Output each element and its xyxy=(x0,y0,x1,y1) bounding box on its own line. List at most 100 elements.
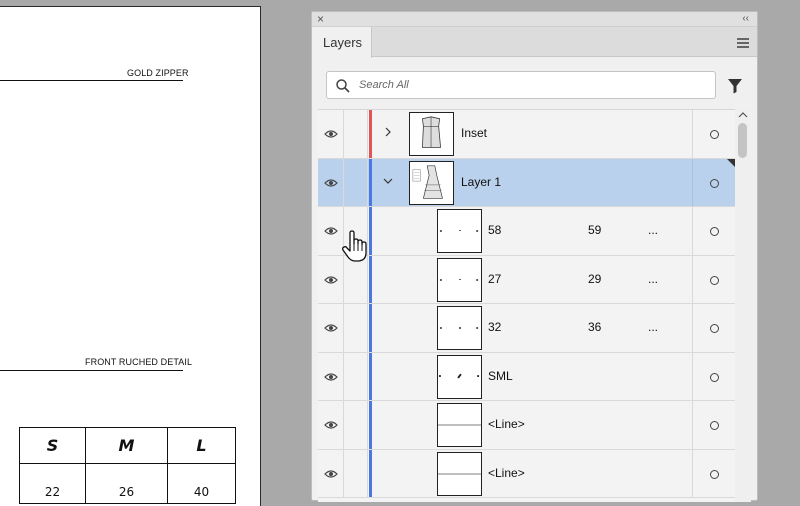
panel-titlebar[interactable]: × ‹‹ xyxy=(312,12,757,27)
eye-icon xyxy=(324,421,338,429)
layer-color-bar xyxy=(369,401,372,449)
target-cell[interactable] xyxy=(692,401,735,449)
size-header-s: S xyxy=(19,427,86,464)
layer-row-58[interactable]: 58 59 ... xyxy=(318,207,735,256)
gold-zipper-label: GOLD ZIPPER xyxy=(127,68,189,78)
eye-icon xyxy=(324,275,338,284)
visibility-toggle[interactable] xyxy=(318,304,344,352)
size-table: S M L 22 26 40 xyxy=(19,427,236,504)
layer-name-ellipsis: ... xyxy=(648,320,659,334)
scroll-up-icon[interactable] xyxy=(738,111,748,119)
layer-row-inset[interactable]: Inset xyxy=(318,110,735,159)
size-value-l: 40 xyxy=(167,463,236,504)
search-box xyxy=(326,71,716,99)
target-circle-icon[interactable] xyxy=(710,469,719,479)
layer-name[interactable]: <Line> xyxy=(488,417,525,431)
callout-line xyxy=(0,80,183,81)
layer-name[interactable]: 32 xyxy=(488,320,501,334)
search-icon xyxy=(336,79,350,93)
target-circle-icon[interactable] xyxy=(710,178,719,188)
layer-list[interactable]: Inset Layer 1 58 59 ... 27 29 ... 32 36 … xyxy=(318,109,735,502)
visibility-toggle[interactable] xyxy=(318,401,344,449)
eye-icon xyxy=(324,372,338,381)
layer-name[interactable]: <Line> xyxy=(488,466,525,480)
layer-row-27[interactable]: 27 29 ... xyxy=(318,255,735,304)
layer-list-scrollbar[interactable] xyxy=(735,109,751,502)
layer-name-ellipsis: ... xyxy=(648,223,659,237)
layer-name-part: 36 xyxy=(588,320,602,334)
layer-color-bar xyxy=(369,449,372,497)
lock-toggle[interactable] xyxy=(344,401,368,449)
target-cell[interactable] xyxy=(692,110,735,158)
target-circle-icon[interactable] xyxy=(710,275,719,285)
target-circle-icon[interactable] xyxy=(710,324,719,333)
hand-cursor-icon xyxy=(342,230,367,262)
filter-icon[interactable] xyxy=(727,78,743,94)
eye-icon xyxy=(324,227,338,235)
panel-tabbar: Layers xyxy=(312,27,757,58)
target-cell[interactable] xyxy=(692,449,735,497)
hamburger-menu-icon[interactable] xyxy=(737,38,749,48)
layer-name-part: 29 xyxy=(588,271,602,286)
eye-icon xyxy=(324,469,338,478)
layer-thumbnail xyxy=(437,257,482,302)
layer-thumbnail xyxy=(409,160,454,205)
front-ruched-detail-label: FRONT RUCHED DETAIL xyxy=(85,357,193,367)
layer-thumbnail xyxy=(437,354,482,399)
layer-color-bar xyxy=(369,158,372,206)
chevron-right-icon[interactable] xyxy=(382,126,394,138)
layer-thumbnail xyxy=(437,209,482,253)
chevron-down-icon[interactable] xyxy=(382,175,394,187)
layer-thumbnail xyxy=(409,112,454,156)
lock-toggle[interactable] xyxy=(344,110,368,158)
size-value-s: 22 xyxy=(19,463,86,504)
eye-icon xyxy=(324,178,338,187)
visibility-toggle[interactable] xyxy=(318,158,344,206)
visibility-toggle[interactable] xyxy=(318,449,344,497)
target-cell[interactable] xyxy=(692,352,735,400)
layer-name-ellipsis: ... xyxy=(648,271,659,286)
layer-color-bar xyxy=(369,110,372,158)
layer-row-sml[interactable]: SML xyxy=(318,352,735,401)
size-header-m: M xyxy=(85,427,168,464)
layer-name[interactable]: 58 xyxy=(488,223,501,237)
lock-toggle[interactable] xyxy=(344,158,368,206)
layer-row-line[interactable]: <Line> xyxy=(318,449,735,498)
layer-row-layer-1[interactable]: Layer 1 xyxy=(318,158,735,207)
layer-name[interactable]: 27 xyxy=(488,272,501,286)
artboard-canvas[interactable]: GOLD ZIPPER FRONT RUCHED DETAIL S M L 22… xyxy=(0,6,261,506)
close-icon[interactable]: × xyxy=(317,12,324,26)
layer-name-part: 59 xyxy=(588,223,602,237)
search-input[interactable] xyxy=(359,76,699,94)
layer-name[interactable]: Layer 1 xyxy=(461,175,501,189)
layer-thumbnail xyxy=(437,403,482,447)
visibility-toggle[interactable] xyxy=(318,352,344,400)
target-circle-icon[interactable] xyxy=(710,130,719,139)
tab-layers[interactable]: Layers xyxy=(312,27,372,58)
target-cell[interactable] xyxy=(692,255,735,303)
scrollbar-thumb[interactable] xyxy=(738,123,747,158)
layer-row-32[interactable]: 32 36 ... xyxy=(318,304,735,353)
layer-color-bar xyxy=(369,352,372,400)
visibility-toggle[interactable] xyxy=(318,110,344,158)
target-circle-icon[interactable] xyxy=(710,421,719,430)
target-circle-icon[interactable] xyxy=(710,372,719,382)
layer-name[interactable]: SML xyxy=(488,369,513,383)
lock-toggle[interactable] xyxy=(344,304,368,352)
layer-thumbnail xyxy=(437,451,482,496)
lock-toggle[interactable] xyxy=(344,352,368,400)
collapse-panel-icon[interactable]: ‹‹ xyxy=(742,12,749,26)
layer-name[interactable]: Inset xyxy=(461,126,487,140)
layer-thumbnail xyxy=(437,306,482,350)
size-header-l: L xyxy=(167,427,236,464)
target-cell[interactable] xyxy=(692,207,735,255)
callout-line xyxy=(0,370,183,371)
target-circle-icon[interactable] xyxy=(710,227,719,236)
layer-row-line[interactable]: <Line> xyxy=(318,401,735,450)
selection-indicator xyxy=(727,158,735,167)
target-cell[interactable] xyxy=(692,304,735,352)
layers-panel: × ‹‹ Layers Search All Inset Layer 1 58 … xyxy=(311,11,758,502)
size-value-m: 26 xyxy=(85,463,168,504)
eye-icon xyxy=(324,324,338,332)
lock-toggle[interactable] xyxy=(344,449,368,497)
